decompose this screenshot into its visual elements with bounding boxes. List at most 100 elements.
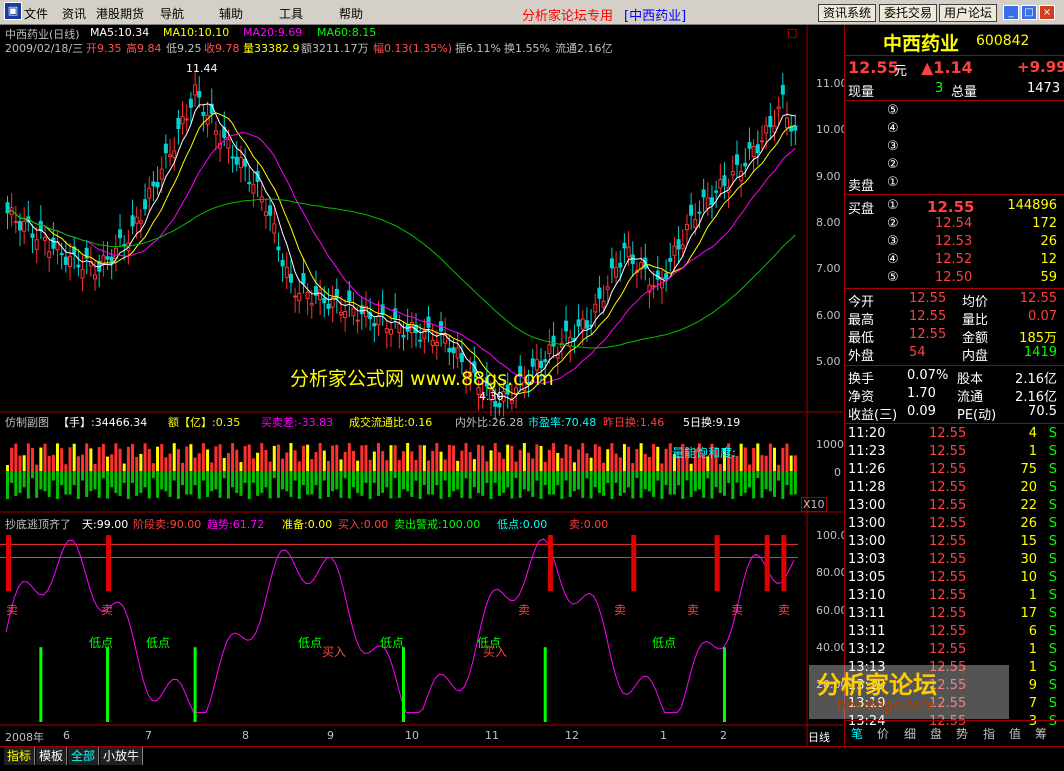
candle-body (551, 335, 556, 347)
menu-item-file[interactable]: 文件 (24, 5, 48, 22)
trade-button[interactable]: 委托交易 (879, 4, 938, 22)
candle-body (459, 352, 464, 363)
tick-time: 11:20 (848, 426, 886, 441)
menu-item-assist[interactable]: 辅助 (219, 5, 243, 22)
quote-tab[interactable]: 指 (983, 725, 995, 742)
volume-bar (218, 471, 222, 498)
volume-bar (285, 471, 289, 492)
volume-bar (322, 450, 326, 471)
tick-price: 12.55 (929, 552, 967, 567)
volume-bar (135, 456, 139, 471)
price-tick: 6.00 (816, 309, 841, 322)
bid-price: 12.50 (935, 270, 973, 285)
candle-body (743, 162, 748, 167)
ask-level: ⑤ (887, 103, 899, 118)
minimize-icon[interactable]: _ (1003, 5, 1019, 20)
volume-bar (389, 471, 393, 499)
volume-bar (664, 471, 668, 486)
volume-bar (10, 447, 14, 471)
quote-tab[interactable]: 值 (1009, 725, 1021, 742)
candle-body (709, 197, 714, 206)
tick-time: 13:00 (848, 498, 886, 513)
volume-bar (739, 443, 743, 471)
news-system-button[interactable]: 资讯系统 (818, 4, 877, 22)
candle-body (697, 211, 702, 214)
volume-bar (656, 471, 660, 481)
maximize-icon[interactable]: □ (1021, 5, 1037, 20)
stat-label: 今开 (848, 295, 875, 310)
volume-bar (185, 471, 189, 495)
volume-bar (422, 471, 426, 486)
volume-bar (752, 448, 756, 471)
corner-mark[interactable]: □ (787, 26, 797, 39)
volume-bar (106, 456, 110, 471)
ma20-label: MA20:9.69 (243, 26, 303, 39)
volume-bar (460, 450, 464, 471)
volume-bar (747, 471, 751, 488)
sub2-tick: 80.00 (816, 566, 848, 579)
tick-row: 13:12 12.55 1 S (847, 642, 1061, 660)
tab-indicator[interactable]: 指标 (4, 747, 36, 765)
candle-body (759, 140, 764, 143)
close-icon[interactable]: × (1039, 5, 1055, 20)
quote-tab[interactable]: 细 (904, 725, 916, 742)
quote-tab[interactable]: 盘 (930, 725, 942, 742)
volume-bar (231, 443, 235, 471)
turnover-value: 换1.55% (504, 42, 550, 55)
low-point-label: 低点 (652, 636, 677, 650)
tick-row: 11:28 12.55 20 S (847, 480, 1061, 498)
volume-bar (639, 471, 643, 498)
tick-row: 13:03 12.55 30 S (847, 552, 1061, 570)
tick-side: S (1048, 462, 1057, 477)
quote-tab[interactable]: 势 (956, 725, 968, 742)
volume-bar (552, 471, 556, 495)
candle-body (747, 142, 752, 149)
volume-bar (60, 448, 64, 471)
tick-volume: 75 (1020, 462, 1037, 477)
menu-item-hk-futures[interactable]: 港股期货 (96, 5, 144, 22)
menu-item-tools[interactable]: 工具 (279, 5, 303, 22)
volume-bar (443, 459, 447, 471)
quote-tab[interactable]: 价 (877, 725, 889, 742)
tick-price: 12.55 (929, 534, 967, 549)
volume-bar (447, 471, 451, 497)
stat-label: 换手 (848, 372, 875, 387)
app-icon[interactable]: ▣ (4, 2, 22, 20)
quote-tab[interactable]: 筹 (1035, 725, 1047, 742)
candle-body (305, 291, 310, 300)
candle-body (201, 111, 206, 116)
volume-bar (585, 453, 589, 471)
tab-xiaofangniu[interactable]: 小放牛 (100, 747, 144, 765)
volume-bar (602, 471, 606, 496)
candle-body (655, 270, 660, 280)
tick-price: 12.55 (929, 426, 967, 441)
stats-row: 今开 12.55 均价 12.55 (847, 291, 1061, 310)
candle-body (284, 266, 289, 278)
volume-bar (656, 446, 660, 471)
bid-price: 12.52 (935, 252, 973, 267)
volume-bar (193, 457, 197, 471)
volume-bar (306, 471, 310, 495)
volume-bar (452, 471, 456, 492)
tab-all[interactable]: 全部 (68, 747, 100, 765)
stat-label: 内盘 (962, 349, 989, 364)
volume-bar (376, 471, 380, 496)
period-label[interactable]: 日线 (808, 729, 830, 745)
quote-tab[interactable]: 笔 (851, 725, 863, 742)
sell-bar (764, 535, 770, 592)
volume-bar (606, 471, 610, 483)
forum-button[interactable]: 用户论坛 (939, 4, 998, 22)
quote-panel: 中西药业 600842 12.55 元 ▲1.14 +9.99 现量 3 总量 … (809, 25, 1064, 746)
tab-template[interactable]: 模板 (36, 747, 68, 765)
volume-bar (410, 471, 414, 497)
menu-item-nav[interactable]: 导航 (160, 5, 184, 22)
tick-side: S (1048, 480, 1057, 495)
tick-price: 12.55 (929, 606, 967, 621)
tick-time: 11:28 (848, 480, 886, 495)
volume-bar (39, 471, 43, 490)
bid-price: 12.55 (927, 198, 975, 216)
candle-body (768, 115, 773, 128)
price-pct: +9.99 (1017, 58, 1064, 76)
menu-item-news[interactable]: 资讯 (62, 5, 86, 22)
menu-item-help[interactable]: 帮助 (339, 5, 363, 22)
